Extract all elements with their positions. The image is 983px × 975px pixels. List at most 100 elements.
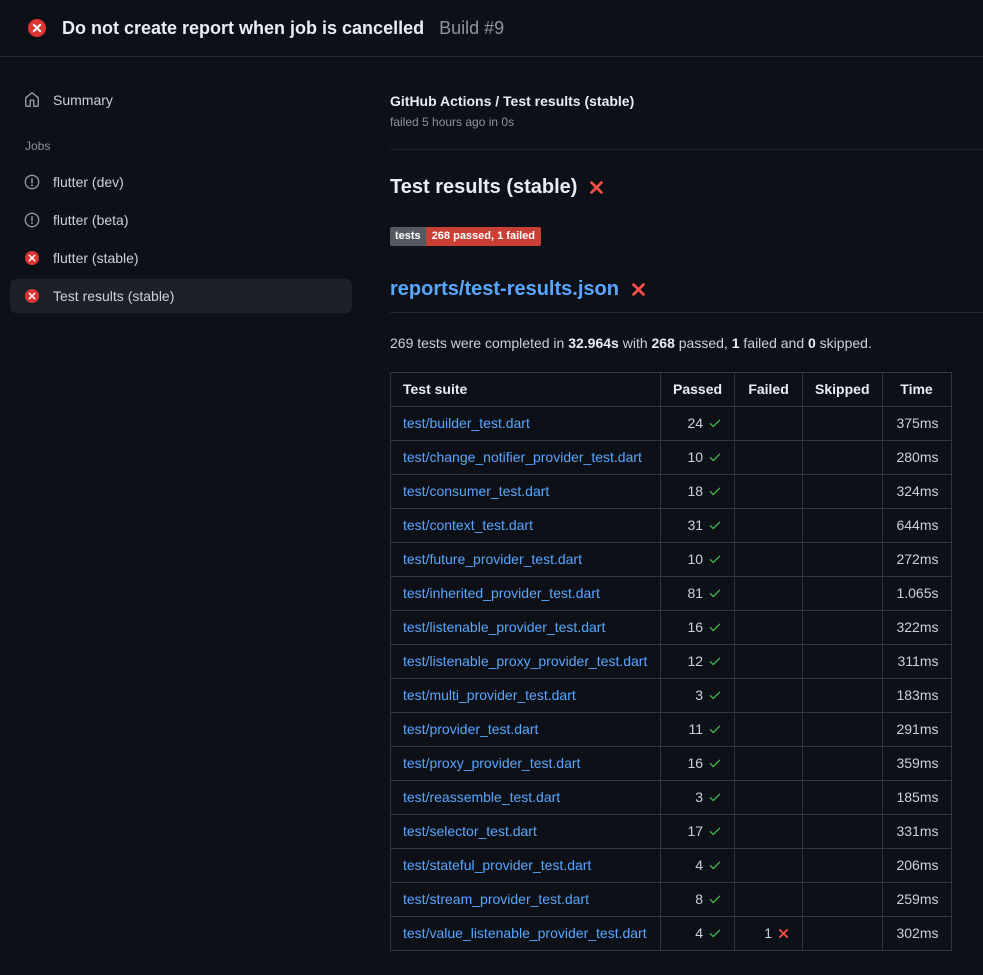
suite-cell: test/stateful_provider_test.dart [391,849,661,883]
failed-cell [735,679,803,713]
skipped-cell [803,815,882,849]
build-number: Build #9 [439,18,504,39]
failed-cell [735,849,803,883]
time-cell: 311ms [882,645,951,679]
sidebar-item-label: Summary [53,92,113,108]
passed-count: 12 [687,653,703,669]
test-suite-row: test/stateful_provider_test.dart4206ms [391,849,952,883]
passed-cell: 3 [661,679,735,713]
time-cell: 359ms [882,747,951,781]
table-header-row: Test suite Passed Failed Skipped Time [391,373,952,407]
suite-link[interactable]: test/selector_test.dart [403,823,537,839]
sidebar-item-flutter-stable[interactable]: flutter (stable) [10,241,352,275]
skipped-cell [803,849,882,883]
passed-cell: 4 [661,917,735,951]
passed-cell: 18 [661,475,735,509]
passed-cell: 31 [661,509,735,543]
failed-cell [735,509,803,543]
summary-passed-count: 268 [652,335,675,351]
passed-count: 17 [687,823,703,839]
col-header-passed: Passed [661,373,735,407]
test-suite-row: test/context_test.dart31644ms [391,509,952,543]
suite-link[interactable]: test/context_test.dart [403,517,533,533]
failed-x-icon [630,281,647,298]
suite-link[interactable]: test/multi_provider_test.dart [403,687,576,703]
failed-cell [735,645,803,679]
passed-cell: 24 [661,407,735,441]
check-icon [708,892,722,906]
page-layout: Summary Jobs flutter (dev) flutter (beta… [0,57,983,975]
failed-cell [735,883,803,917]
warning-circle-icon [24,174,40,190]
divider [390,149,983,150]
suite-link[interactable]: test/stateful_provider_test.dart [403,857,591,873]
time-cell: 183ms [882,679,951,713]
failed-cell [735,611,803,645]
suite-link[interactable]: test/provider_test.dart [403,721,538,737]
report-link[interactable]: reports/test-results.json [390,278,619,301]
passed-count: 8 [695,891,703,907]
suite-cell: test/listenable_provider_test.dart [391,611,661,645]
test-suite-row: test/proxy_provider_test.dart 16 359ms [391,747,952,781]
skipped-cell [803,883,882,917]
suite-link[interactable]: test/listenable_provider_test.dart [403,619,605,635]
sidebar-item-flutter-beta[interactable]: flutter (beta) [10,203,352,237]
suite-link[interactable]: test/proxy_provider_test.dart [403,755,580,771]
tests-badge: tests 268 passed, 1 failed [390,227,541,246]
suite-link[interactable]: test/stream_provider_test.dart [403,891,589,907]
test-suite-row: test/value_listenable_provider_test.dart… [391,917,952,951]
suite-link[interactable]: test/inherited_provider_test.dart [403,585,600,601]
suite-cell: test/reassemble_test.dart [391,781,661,815]
failed-cell [735,441,803,475]
suite-link[interactable]: test/consumer_test.dart [403,483,549,499]
suite-cell: test/context_test.dart [391,509,661,543]
passed-cell: 16 [661,747,735,781]
suite-cell: test/listenable_proxy_provider_test.dart [391,645,661,679]
summary-failed-count: 1 [732,335,740,351]
passed-count: 16 [687,619,703,635]
summary-text: with [619,335,652,351]
section-title: Test results (stable) [390,176,983,199]
test-suite-row: test/change_notifier_provider_test.dart1… [391,441,952,475]
skipped-cell [803,679,882,713]
skipped-cell [803,407,882,441]
suite-link[interactable]: test/reassemble_test.dart [403,789,560,805]
suite-link[interactable]: test/future_provider_test.dart [403,551,582,567]
col-header-failed: Failed [735,373,803,407]
suite-link[interactable]: test/value_listenable_provider_test.dart [403,925,647,941]
suite-link[interactable]: test/builder_test.dart [403,415,530,431]
sidebar-item-summary[interactable]: Summary [10,83,352,117]
x-circle-fill-icon [24,250,40,266]
badge-value: 268 passed, 1 failed [426,227,541,246]
check-icon [708,586,722,600]
passed-count: 31 [687,517,703,533]
suite-cell: test/builder_test.dart [391,407,661,441]
skipped-cell [803,611,882,645]
time-cell: 324ms [882,475,951,509]
suite-link[interactable]: test/listenable_proxy_provider_test.dart [403,653,647,669]
time-cell: 185ms [882,781,951,815]
failed-cell [735,577,803,611]
col-header-skipped: Skipped [803,373,882,407]
passed-cell: 10 [661,543,735,577]
check-icon [708,518,722,532]
failed-cell [735,747,803,781]
sidebar-item-flutter-dev[interactable]: flutter (dev) [10,165,352,199]
test-suite-row: test/listenable_provider_test.dart16322m… [391,611,952,645]
skipped-cell [803,441,882,475]
summary-text: 269 tests were completed in [390,335,568,351]
suite-cell: test/future_provider_test.dart [391,543,661,577]
sidebar-item-test-results-stable[interactable]: Test results (stable) [10,279,352,313]
check-icon [708,824,722,838]
jobs-section-label: Jobs [25,139,352,153]
suite-link[interactable]: test/change_notifier_provider_test.dart [403,449,642,465]
check-icon [708,484,722,498]
failed-x-icon [588,179,605,196]
results-table-body: test/builder_test.dart24375mstest/change… [391,407,952,951]
skipped-cell [803,645,882,679]
test-suite-row: test/provider_test.dart11291ms [391,713,952,747]
warning-circle-icon [24,212,40,228]
badge-wrap: tests 268 passed, 1 failed [390,226,983,246]
test-suite-row: test/future_provider_test.dart10272ms [391,543,952,577]
test-suite-row: test/listenable_proxy_provider_test.dart… [391,645,952,679]
